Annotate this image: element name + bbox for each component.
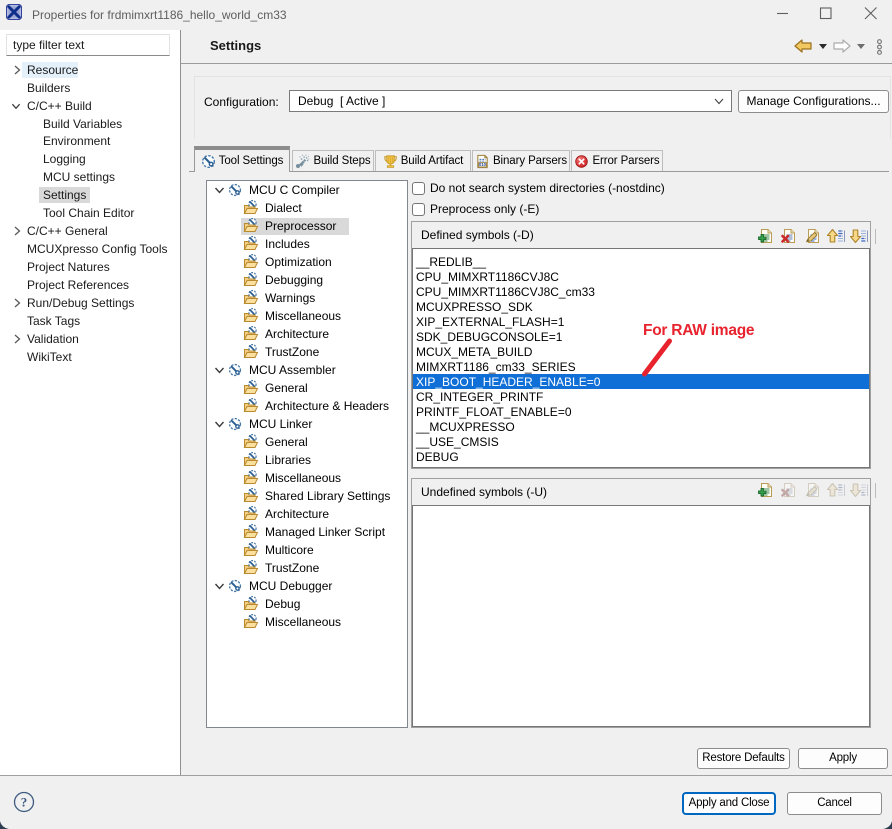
svg-text:010: 010 [479, 162, 487, 167]
svg-text:?: ? [21, 795, 28, 810]
